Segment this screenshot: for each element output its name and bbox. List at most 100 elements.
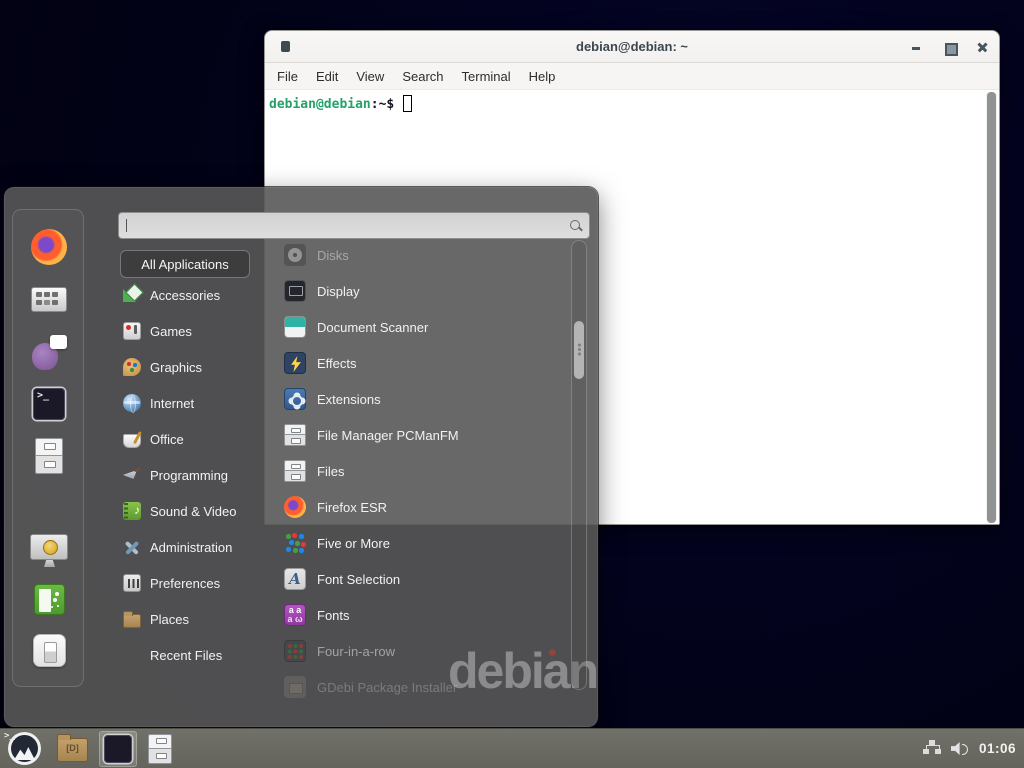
app-file-manager-pcmanfm[interactable]: File Manager PCManFM <box>280 417 572 453</box>
category-games[interactable]: Games <box>120 313 270 349</box>
file-cabinet-icon <box>284 460 306 482</box>
fonts-icon <box>284 604 306 626</box>
internet-icon <box>123 394 141 412</box>
prompt-suffix: :~$ <box>371 97 394 112</box>
administration-icon <box>123 538 141 556</box>
all-applications-label: All Applications <box>141 257 228 272</box>
firefox-icon <box>284 496 306 518</box>
close-icon[interactable] <box>974 39 990 55</box>
document-scanner-icon <box>284 316 306 338</box>
gdebi-icon <box>284 676 306 698</box>
terminal-titlebar[interactable]: debian@debian: ~ <box>265 31 999 63</box>
app-fonts[interactable]: Fonts <box>280 597 572 633</box>
app-font-selection[interactable]: Font Selection <box>280 561 572 597</box>
display-icon <box>284 280 306 302</box>
menu-view[interactable]: View <box>347 63 393 90</box>
app-display[interactable]: Display <box>280 273 572 309</box>
favorite-terminal[interactable] <box>13 388 85 420</box>
favorite-keyboard[interactable] <box>13 287 85 312</box>
accessories-icon <box>123 286 141 304</box>
menu-search-box <box>118 212 590 239</box>
file-cabinet-icon <box>148 734 172 764</box>
minimize-icon[interactable] <box>908 39 924 55</box>
category-office[interactable]: Office <box>120 421 270 457</box>
logout-icon <box>34 584 65 615</box>
category-preferences[interactable]: Preferences <box>120 565 270 601</box>
category-places[interactable]: Places <box>120 601 270 637</box>
preferences-icon <box>123 574 141 592</box>
category-programming[interactable]: Programming <box>120 457 270 493</box>
search-input[interactable] <box>125 215 565 236</box>
application-menu: debian All Applications Accessories Game… <box>4 187 598 727</box>
shell-prompt: debian@debian:~$ <box>265 90 999 112</box>
window-title: debian@debian: ~ <box>265 31 999 63</box>
five-or-more-icon <box>284 532 306 554</box>
lock-screen-button[interactable] <box>13 534 85 560</box>
games-icon <box>123 322 141 340</box>
category-administration[interactable]: Administration <box>120 529 270 565</box>
app-firefox-esr[interactable]: Firefox ESR <box>280 489 572 525</box>
pidgin-icon <box>31 335 67 371</box>
app-five-or-more[interactable]: Five or More <box>280 525 572 561</box>
terminal-icon <box>104 735 132 763</box>
category-graphics[interactable]: Graphics <box>120 349 270 385</box>
office-icon <box>123 434 141 448</box>
favorite-pidgin[interactable] <box>13 335 85 371</box>
programming-icon <box>123 466 141 484</box>
prompt-user-host: debian@debian <box>269 97 371 112</box>
file-cabinet-icon <box>284 424 306 446</box>
category-internet[interactable]: Internet <box>120 385 270 421</box>
four-in-a-row-icon <box>284 640 306 662</box>
favorite-files[interactable] <box>13 438 85 474</box>
file-manager-launcher[interactable] <box>52 731 93 767</box>
terminal-menubar: File Edit View Search Terminal Help <box>265 63 999 90</box>
menu-file[interactable]: File <box>268 63 307 90</box>
menu-terminal[interactable]: Terminal <box>453 63 520 90</box>
terminal-launcher[interactable] <box>99 731 137 767</box>
effects-icon <box>284 352 306 374</box>
logout-button[interactable] <box>13 584 85 615</box>
app-four-in-a-row[interactable]: Four-in-a-row <box>280 633 572 669</box>
system-tray: 01:06 <box>924 740 1024 757</box>
sound-video-icon <box>123 502 141 520</box>
clock[interactable]: 01:06 <box>979 741 1016 756</box>
menu-search[interactable]: Search <box>393 63 452 90</box>
disks-icon <box>284 244 306 266</box>
app-extensions[interactable]: Extensions <box>280 381 572 417</box>
app-gdebi-package-installer[interactable]: GDebi Package Installer <box>280 669 572 705</box>
menu-edit[interactable]: Edit <box>307 63 347 90</box>
application-list: Disks Display Document Scanner Effects E… <box>280 237 572 705</box>
files-launcher[interactable] <box>143 731 177 767</box>
menu-scrollbar[interactable] <box>571 240 587 690</box>
folder-icon <box>57 738 88 762</box>
terminal-icon <box>33 388 65 420</box>
maximize-icon[interactable] <box>941 39 957 55</box>
lock-screen-icon <box>30 534 68 560</box>
file-cabinet-icon <box>35 438 63 474</box>
category-recent-files[interactable]: Recent Files <box>120 637 270 673</box>
category-accessories[interactable]: Accessories <box>120 277 270 313</box>
terminal-scrollbar[interactable] <box>986 92 997 523</box>
places-icon <box>123 614 141 628</box>
shutdown-button[interactable] <box>13 634 85 667</box>
all-applications-button[interactable]: All Applications <box>120 250 250 278</box>
app-files[interactable]: Files <box>280 453 572 489</box>
app-document-scanner[interactable]: Document Scanner <box>280 309 572 345</box>
category-sound-video[interactable]: Sound & Video <box>120 493 270 529</box>
graphics-icon <box>123 358 141 376</box>
terminal-scrollbar-thumb[interactable] <box>987 92 996 523</box>
app-disks[interactable]: Disks <box>280 237 572 273</box>
font-selection-icon <box>284 568 306 590</box>
search-icon <box>569 219 583 233</box>
volume-icon[interactable] <box>951 741 969 756</box>
network-icon[interactable] <box>924 740 941 757</box>
favorites-rail <box>12 209 84 687</box>
menu-scrollbar-thumb[interactable] <box>574 321 584 379</box>
extensions-icon <box>284 388 306 410</box>
taskbar-launchers <box>0 729 180 768</box>
app-effects[interactable]: Effects <box>280 345 572 381</box>
menu-help[interactable]: Help <box>520 63 565 90</box>
category-list: Accessories Games Graphics Internet Offi… <box>120 277 270 673</box>
favorite-firefox[interactable] <box>13 229 85 265</box>
firefox-icon <box>31 229 67 265</box>
